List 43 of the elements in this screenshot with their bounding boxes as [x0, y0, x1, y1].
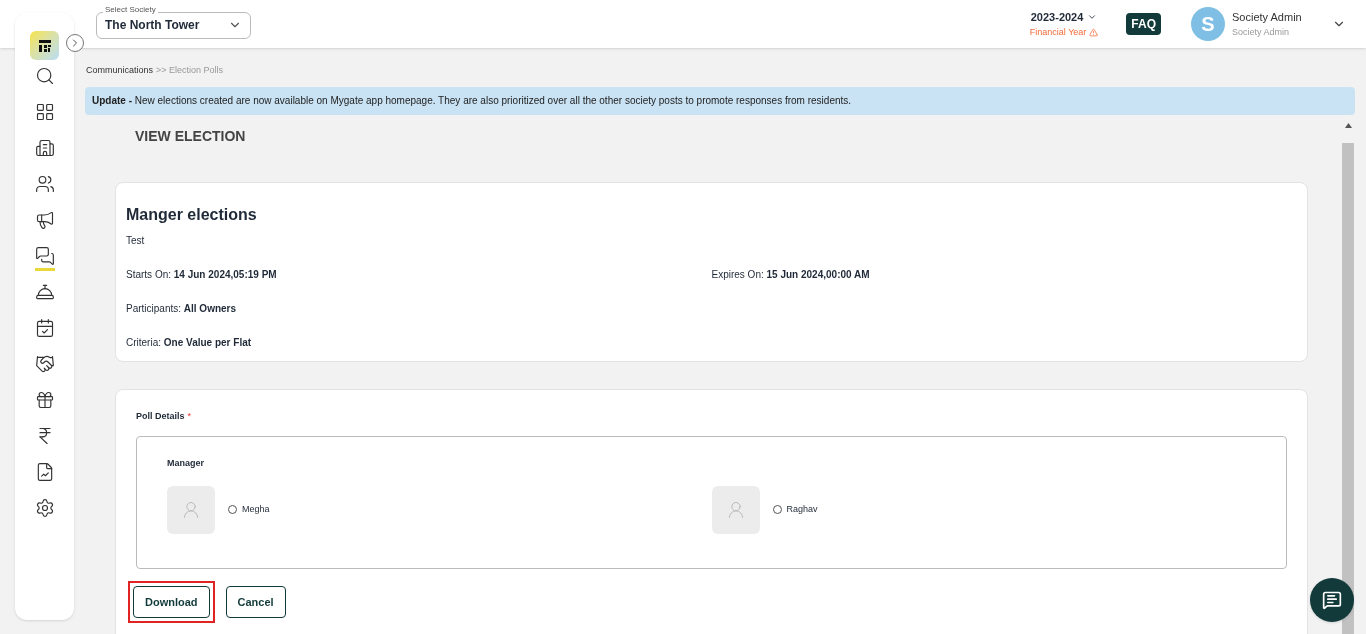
warning-icon — [1089, 27, 1099, 37]
poll-details-label: Poll Details — [136, 409, 185, 423]
user-name: Society Admin — [1232, 10, 1303, 25]
action-button[interactable]: Cancel — [225, 586, 286, 618]
person-icon — [181, 499, 201, 520]
update-banner: Update - New elections created are now available on Mygate app homepage. They are also prioritized over all the other society posts to promote responses from residents. — [85, 86, 1355, 115]
calendar-icon — [34, 318, 55, 338]
position-label: Manager — [167, 457, 205, 470]
chat-bubbles-icon — [34, 246, 55, 266]
breadcrumb-item: >> Election Polls — [156, 64, 224, 77]
scroll-up-arrow-icon[interactable] — [1344, 122, 1352, 128]
candidate-name: Raghav — [786, 502, 818, 516]
chat-support-button[interactable] — [1310, 578, 1354, 622]
required-mark: * — [187, 409, 192, 423]
breadcrumb-item[interactable]: Communications — [86, 64, 154, 78]
bell-icon — [34, 282, 55, 302]
grid-icon — [34, 102, 55, 122]
election-detail: Participants: All Owners — [126, 302, 237, 314]
election-description: Test — [126, 233, 146, 248]
select-value: The North Tower — [105, 17, 200, 34]
financial-year[interactable]: 2023-2024 — [1030, 9, 1084, 26]
settings-icon — [34, 498, 55, 518]
election-detail: Starts On: 14 Jun 2024,05:19 PM — [126, 268, 277, 280]
sidebar-item[interactable] — [34, 246, 55, 271]
financial-year-label: Financial Year — [1029, 25, 1087, 39]
user-role: Society Admin — [1232, 25, 1291, 39]
action-button[interactable]: Download — [133, 586, 210, 618]
chat-icon — [1322, 590, 1342, 610]
building-icon — [34, 138, 55, 158]
scrollbar-thumb[interactable] — [1342, 142, 1354, 634]
search-icon — [34, 66, 55, 86]
election-detail: Criteria: One Value per Flat — [126, 336, 252, 348]
handshake-icon — [34, 354, 55, 374]
people-icon — [34, 174, 55, 194]
faq-button[interactable]: FAQ — [1126, 13, 1161, 35]
gift-icon — [34, 390, 55, 410]
app-logo — [30, 31, 59, 60]
election-detail: Expires On: 15 Jun 2024,00:00 AM — [711, 268, 870, 280]
megaphone-icon — [34, 210, 55, 230]
page-title: VIEW ELECTION — [134, 126, 247, 146]
candidate-name: Megha — [242, 502, 270, 516]
select-label: Select Society — [103, 5, 158, 14]
election-title: Manger elections — [126, 204, 258, 225]
